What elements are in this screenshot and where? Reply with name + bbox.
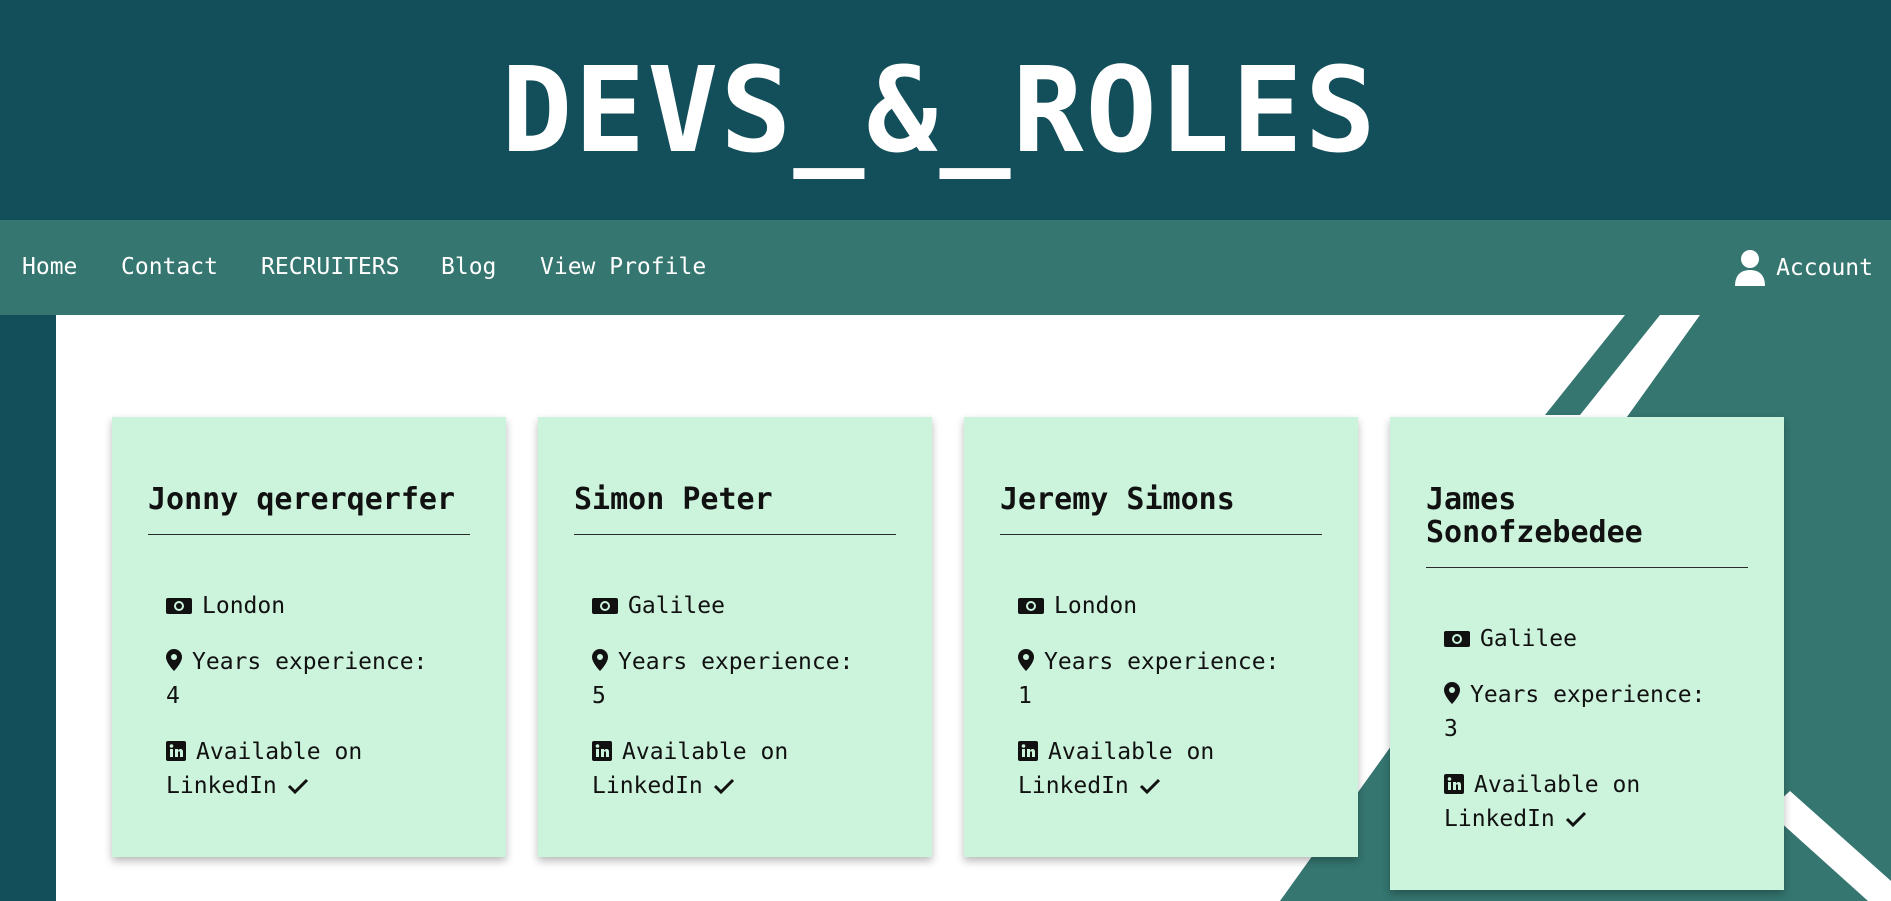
divider	[574, 534, 896, 535]
nav-link-recruiters[interactable]: RECRUITERS	[261, 220, 399, 315]
profile-details: Galilee Years experience: 3 Available on …	[1426, 622, 1748, 836]
profile-name: Simon Peter	[574, 482, 773, 517]
location-text: Galilee	[1480, 626, 1577, 652]
nav-link-contact[interactable]: Contact	[121, 220, 218, 315]
money-bill-icon	[592, 598, 618, 614]
profile-experience: Years experience: 5	[592, 645, 896, 713]
linkedin-icon	[1018, 741, 1038, 761]
money-bill-icon	[1444, 631, 1470, 647]
profile-location: Galilee	[1444, 622, 1748, 656]
experience-label: Years experience:	[1044, 649, 1280, 675]
profile-details: London Years experience: 1 Available on L…	[1000, 589, 1322, 803]
site-title: DEVS_&_ROLES	[501, 41, 1378, 179]
linkedin-icon	[1444, 774, 1464, 794]
profile-linkedin: Available on LinkedIn	[1018, 735, 1322, 803]
profile-linkedin: Available on LinkedIn	[592, 735, 896, 803]
money-bill-icon	[1018, 598, 1044, 614]
nav-link-home[interactable]: Home	[22, 220, 77, 315]
experience-label: Years experience:	[192, 649, 428, 675]
profile-card[interactable]: James Sonofzebedee Galilee Years experie…	[1390, 417, 1784, 890]
location-text: London	[1054, 593, 1138, 619]
experience-years: 5	[592, 683, 606, 709]
map-marker-icon	[166, 649, 182, 671]
money-bill-icon	[166, 598, 192, 614]
user-icon	[1735, 249, 1766, 286]
check-icon	[1565, 811, 1586, 828]
divider	[1000, 534, 1322, 535]
profile-location: Galilee	[592, 589, 896, 623]
map-marker-icon	[1018, 649, 1034, 671]
experience-label: Years experience:	[618, 649, 854, 675]
profile-linkedin: Available on LinkedIn	[1444, 768, 1748, 836]
divider	[1426, 567, 1748, 568]
site-header: DEVS_&_ROLES	[0, 0, 1891, 220]
experience-label: Years experience:	[1470, 682, 1706, 708]
profile-card[interactable]: Jeremy Simons London Years experience: 1 …	[964, 417, 1358, 857]
check-icon	[713, 778, 734, 795]
nav-bar: Home Contact RECRUITERS Blog View Profil…	[0, 220, 1891, 315]
profile-name: James Sonofzebedee	[1426, 482, 1643, 550]
profile-experience: Years experience: 3	[1444, 678, 1748, 746]
profile-location: London	[1018, 589, 1322, 623]
profile-name: Jonny qererqerfer	[148, 482, 456, 517]
linkedin-label: Available on LinkedIn	[166, 739, 363, 799]
location-text: Galilee	[628, 593, 725, 619]
profiles-section: Jonny qererqerfer London Years experienc…	[0, 315, 1891, 901]
map-marker-icon	[1444, 682, 1460, 704]
profile-experience: Years experience: 4	[166, 645, 470, 713]
profile-name: Jeremy Simons	[1000, 482, 1235, 517]
profile-card[interactable]: Jonny qererqerfer London Years experienc…	[112, 417, 506, 857]
experience-years: 1	[1018, 683, 1032, 709]
profile-experience: Years experience: 1	[1018, 645, 1322, 713]
profile-details: London Years experience: 4 Available on L…	[148, 589, 470, 803]
profile-details: Galilee Years experience: 5 Available on …	[574, 589, 896, 803]
linkedin-label: Available on LinkedIn	[1018, 739, 1215, 799]
divider	[148, 534, 470, 535]
account-button[interactable]: Account	[1734, 220, 1873, 315]
profile-card[interactable]: Simon Peter Galilee Years experience: 5 A…	[538, 417, 932, 857]
nav-link-view-profile[interactable]: View Profile	[540, 220, 706, 315]
profile-location: London	[166, 589, 470, 623]
nav-link-blog[interactable]: Blog	[441, 220, 496, 315]
linkedin-label: Available on LinkedIn	[592, 739, 789, 799]
profile-linkedin: Available on LinkedIn	[166, 735, 470, 803]
linkedin-label: Available on LinkedIn	[1444, 772, 1641, 832]
map-marker-icon	[592, 649, 608, 671]
location-text: London	[202, 593, 286, 619]
linkedin-icon	[592, 741, 612, 761]
experience-years: 3	[1444, 716, 1458, 742]
experience-years: 4	[166, 683, 180, 709]
check-icon	[287, 778, 308, 795]
check-icon	[1139, 778, 1160, 795]
linkedin-icon	[166, 741, 186, 761]
account-label: Account	[1776, 254, 1873, 281]
